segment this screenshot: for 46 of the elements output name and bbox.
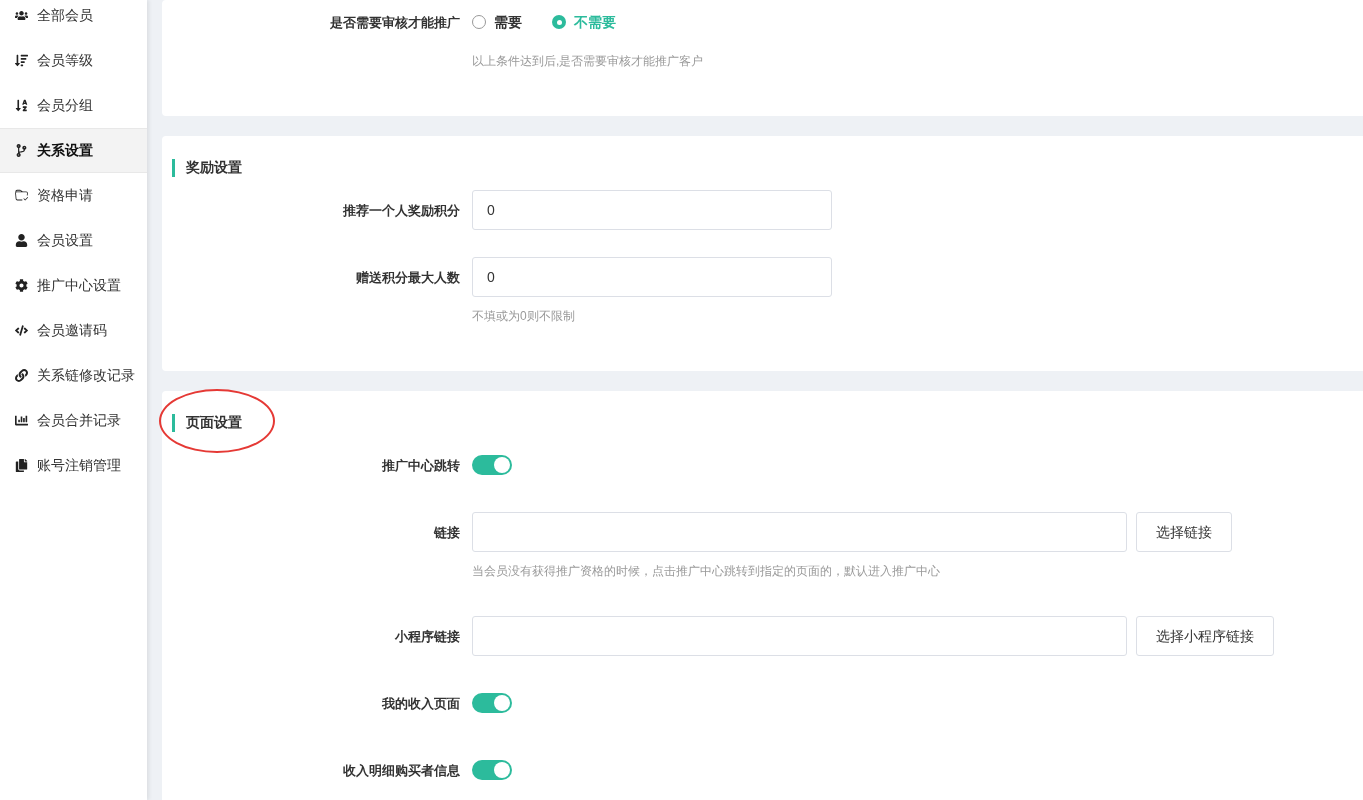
sidebar-item[interactable]: 会员设置 [0, 218, 147, 263]
sidebar-item[interactable]: 账号注销管理 [0, 443, 147, 488]
field-label: 是否需要审核才能推广 [330, 15, 460, 30]
hint-text: 不填或为0则不限制 [472, 309, 575, 323]
sidebar-item[interactable]: 推广中心设置 [0, 263, 147, 308]
select-link-button[interactable]: 选择链接 [1136, 512, 1232, 552]
hint-text: 以上条件达到后,是否需要审核才能推广客户 [472, 54, 704, 68]
input-field[interactable]: 0 [472, 257, 832, 297]
field-label: 链接 [434, 525, 460, 540]
radio-checked-icon [552, 15, 566, 29]
copy-icon [13, 459, 29, 472]
user-icon [13, 234, 29, 247]
toggle-switch[interactable] [472, 760, 512, 780]
link-icon [13, 369, 29, 382]
radio-option[interactable]: 需要 [472, 11, 522, 33]
sidebar-item[interactable]: 关系链修改记录 [0, 353, 147, 398]
folder-check-icon [13, 189, 29, 202]
sidebar-item[interactable]: 会员等级 [0, 38, 147, 83]
bar-chart-icon [13, 414, 29, 427]
code-icon [13, 324, 29, 337]
sidebar-item[interactable]: 会员分组 [0, 83, 147, 128]
section-title: 页面设置 [186, 413, 242, 432]
input-field[interactable]: 0 [472, 190, 832, 230]
field-label: 赠送积分最大人数 [356, 270, 460, 285]
sidebar-item[interactable]: 会员邀请码 [0, 308, 147, 353]
field-label: 推荐一个人奖励积分 [343, 203, 460, 218]
sidebar-item[interactable]: 关系设置 [0, 128, 147, 173]
field-label: 小程序链接 [395, 629, 460, 644]
sidebar-item[interactable]: 会员合并记录 [0, 398, 147, 443]
hint-text: 当会员没有获得推广资格的时候，点击推广中心跳转到指定的页面的，默认进入推广中心 [472, 564, 940, 578]
users-icon [13, 9, 29, 22]
select-link-button[interactable]: 选择小程序链接 [1136, 616, 1274, 656]
radio-unchecked-icon [472, 15, 486, 29]
sidebar-item[interactable]: 全部会员 [0, 0, 147, 38]
sort-icon [13, 54, 29, 67]
gear-icon [13, 279, 29, 292]
input-field[interactable] [472, 616, 1127, 656]
toggle-switch[interactable] [472, 455, 512, 475]
input-field[interactable] [472, 512, 1127, 552]
field-label: 收入明细购买者信息 [343, 763, 460, 778]
field-label: 我的收入页面 [382, 696, 460, 711]
field-label: 推广中心跳转 [382, 458, 460, 473]
sort-alpha-icon [13, 99, 29, 112]
section-title: 奖励设置 [186, 158, 242, 177]
toggle-switch[interactable] [472, 693, 512, 713]
sidebar-item[interactable]: 资格申请 [0, 173, 147, 218]
